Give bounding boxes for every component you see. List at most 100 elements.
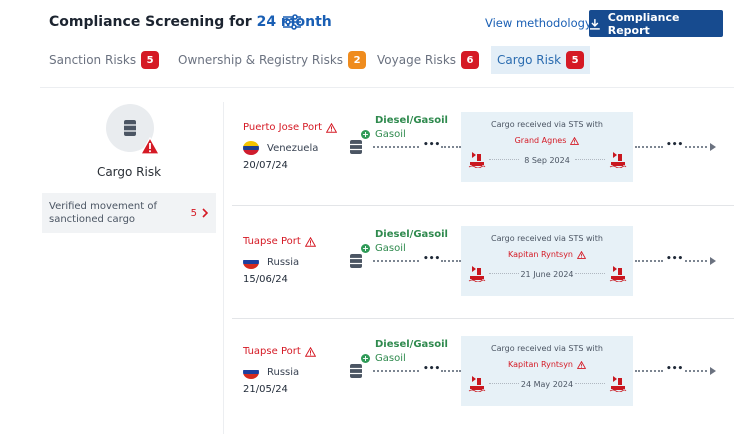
warning-icon	[577, 250, 586, 259]
country-flag-icon	[243, 141, 259, 155]
port-link[interactable]: Puerto Jose Port	[243, 122, 338, 133]
cargo-record-card: Tuapse Port Russia 15/06/24 + Diesel/Gasoil G…	[230, 218, 734, 328]
sts-heading: Cargo received via STS with	[491, 120, 603, 129]
record-date: 21/05/24	[243, 384, 288, 395]
cargo-subtype: Gasoil	[375, 243, 406, 254]
plus-icon: +	[361, 354, 370, 363]
warning-icon	[326, 122, 338, 133]
more-dots-icon: •••	[423, 140, 441, 150]
arrow-right-icon	[710, 257, 716, 265]
route-line	[635, 260, 663, 262]
country-row: Russia	[243, 255, 299, 269]
tab-count-badge: 6	[461, 51, 480, 69]
title-prefix: Compliance Screening for	[49, 14, 252, 30]
sts-date: 24 May 2024	[520, 380, 574, 389]
ship-flag-icon	[609, 150, 627, 169]
tab-label: Cargo Risk	[497, 53, 562, 67]
route-line	[635, 370, 663, 372]
cargo-risk-label: Cargo Risk	[96, 165, 162, 179]
sts-vessel-name: Kapitan Ryntsyn	[508, 250, 573, 259]
tab-ownership-registry-risks[interactable]: Ownership & Registry Risks 2	[178, 46, 367, 74]
barrel-warning-icon	[106, 104, 160, 155]
sts-transfer-box: Cargo received via STS with Grand Agnes 8 …	[461, 112, 633, 182]
sts-heading: Cargo received via STS with	[491, 344, 603, 353]
tabs-divider	[40, 87, 734, 88]
record-date: 20/07/24	[243, 160, 288, 171]
arrow-right-icon	[710, 143, 716, 151]
sliders-icon[interactable]	[282, 13, 302, 31]
sts-vessel-link[interactable]: Grand Agnes	[461, 136, 633, 145]
ship-flag-icon	[609, 264, 627, 283]
verified-movement-row[interactable]: Verified movement of sanctioned cargo 5	[42, 193, 216, 233]
compliance-report-button[interactable]: Compliance Report	[589, 10, 723, 37]
compliance-report-label: Compliance Report	[607, 10, 680, 37]
route-line	[441, 370, 461, 372]
risk-tabs: Sanction Risks 5 Ownership & Registry Ri…	[0, 46, 734, 74]
route-line	[635, 146, 663, 148]
record-divider	[232, 205, 734, 206]
more-dots-icon: •••	[666, 254, 684, 264]
more-dots-icon: •••	[423, 254, 441, 264]
route-line	[685, 146, 707, 148]
sts-transfer-box: Cargo received via STS with Kapitan Rynts…	[461, 336, 633, 406]
tab-label: Voyage Risks	[377, 53, 457, 67]
ship-icon	[609, 152, 627, 169]
cargo-record-card: Tuapse Port Russia 21/05/24 + Diesel/Gasoil G…	[230, 328, 734, 434]
ship-flag-icon	[609, 374, 627, 393]
cargo-name: Diesel/Gasoil	[375, 229, 448, 240]
country-flag-icon	[243, 255, 259, 269]
port-name: Tuapse Port	[243, 346, 301, 357]
warning-icon	[304, 346, 316, 357]
sts-line	[575, 383, 605, 384]
view-methodology-link[interactable]: View methodology	[485, 16, 592, 30]
sts-heading: Cargo received via STS with	[491, 234, 603, 243]
verified-count-value: 5	[190, 207, 197, 219]
warning-icon	[140, 137, 160, 155]
warning-icon	[577, 360, 586, 369]
route-line	[685, 260, 707, 262]
sts-vessel-link[interactable]: Kapitan Ryntsyn	[461, 250, 633, 259]
tab-label: Sanction Risks	[49, 53, 137, 67]
panel-divider	[223, 102, 224, 434]
tab-label: Ownership & Registry Risks	[178, 53, 344, 67]
cargo-name: Diesel/Gasoil	[375, 115, 448, 126]
port-name: Tuapse Port	[243, 236, 301, 247]
cargo-subtype: Gasoil	[375, 353, 406, 364]
record-divider	[232, 318, 734, 319]
sts-vessel-name: Kapitan Ryntsyn	[508, 360, 573, 369]
port-name: Puerto Jose Port	[243, 122, 323, 133]
more-dots-icon: •••	[666, 140, 684, 150]
sts-date: 21 June 2024	[520, 270, 574, 279]
tab-voyage-risks[interactable]: Voyage Risks 6	[377, 46, 480, 74]
sts-vessel-link[interactable]: Kapitan Ryntsyn	[461, 360, 633, 369]
barrel-icon	[124, 120, 136, 136]
route-line	[373, 146, 419, 148]
tab-count-badge: 5	[566, 51, 585, 69]
tab-cargo-risk[interactable]: Cargo Risk 5	[491, 46, 591, 74]
route-line	[441, 146, 461, 148]
download-icon	[589, 18, 600, 30]
arrow-right-icon	[710, 367, 716, 375]
ship-icon	[609, 376, 627, 393]
barrel-icon	[350, 140, 362, 154]
sts-date: 8 Sep 2024	[524, 156, 570, 165]
route-line	[685, 370, 707, 372]
country-flag-icon	[243, 365, 259, 379]
more-dots-icon: •••	[423, 364, 441, 374]
barrel-icon	[350, 254, 362, 268]
verified-movement-text: Verified movement of sanctioned cargo	[49, 201, 157, 225]
plus-icon: +	[361, 244, 370, 253]
country-name: Russia	[267, 256, 300, 268]
route-line	[441, 260, 461, 262]
country-name: Russia	[267, 366, 300, 378]
tab-sanction-risks[interactable]: Sanction Risks 5	[49, 46, 160, 74]
cargo-subtype: Gasoil	[375, 129, 406, 140]
port-link[interactable]: Tuapse Port	[243, 346, 316, 357]
plus-icon: +	[361, 130, 370, 139]
route-line	[373, 260, 419, 262]
tab-count-badge: 2	[348, 51, 367, 69]
cargo-name: Diesel/Gasoil	[375, 339, 448, 350]
chevron-right-icon	[202, 208, 208, 218]
ship-icon	[609, 266, 627, 283]
port-link[interactable]: Tuapse Port	[243, 236, 316, 247]
